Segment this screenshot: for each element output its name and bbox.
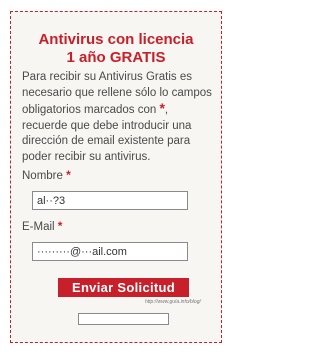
name-required-asterisk: * xyxy=(66,168,71,182)
credit-text: http://www.guía.info/blog/ xyxy=(145,299,201,305)
form-instructions: Para recibir su Antivirus Gratis es nece… xyxy=(22,70,212,166)
instructions-text-part1: Para recibir su Antivirus Gratis es nece… xyxy=(22,71,212,117)
name-field-label: Nombre * xyxy=(22,168,71,182)
submit-request-button[interactable]: Enviar Solicitud xyxy=(58,278,189,297)
email-label-text: E-Mail xyxy=(22,221,55,233)
form-title-line1: Antivirus con licencia xyxy=(38,31,194,48)
email-required-asterisk: * xyxy=(57,219,63,233)
form-title-line2: 1 año GRATIS xyxy=(66,49,166,66)
email-field-label: E-Mail * xyxy=(22,219,62,233)
name-label-text: Nombre xyxy=(22,170,63,182)
name-input[interactable] xyxy=(32,191,188,210)
email-input[interactable] xyxy=(32,242,188,261)
bottom-input[interactable] xyxy=(78,313,169,325)
